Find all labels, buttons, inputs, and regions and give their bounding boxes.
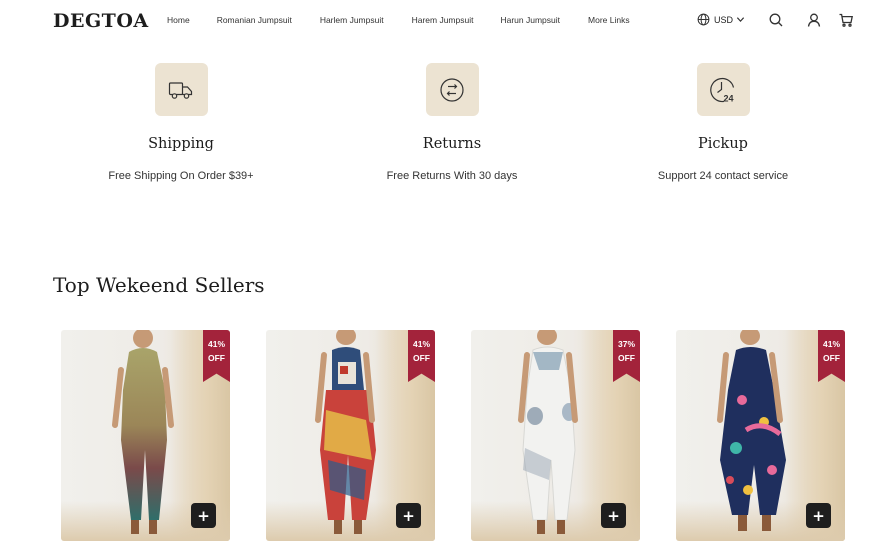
section-title: Top Wekeend Sellers	[53, 273, 265, 297]
nav-harlem-jumpsuit[interactable]: Harlem Jumpsuit	[320, 15, 384, 25]
add-to-cart-button[interactable]: +	[806, 503, 831, 528]
feature-title: Shipping	[148, 136, 214, 152]
add-to-cart-button[interactable]: +	[191, 503, 216, 528]
add-to-cart-button[interactable]: +	[396, 503, 421, 528]
discount-percent: 41%	[822, 339, 840, 349]
feature-icon-box: 24	[696, 63, 750, 116]
svg-text:24: 24	[724, 93, 734, 103]
site-header: DEGTOA Home Romanian Jumpsuit Harlem Jum…	[0, 0, 889, 42]
nav-home[interactable]: Home	[167, 15, 190, 25]
feature-shipping: Shipping Free Shipping On Order $39+	[51, 63, 311, 182]
product-card[interactable]: 37% OFF +	[471, 330, 640, 541]
clock-24-icon: 24	[710, 77, 735, 103]
product-card[interactable]: 41% OFF +	[676, 330, 845, 541]
chevron-down-icon	[736, 17, 745, 22]
feature-description: Free Returns With 30 days	[386, 170, 518, 182]
account-icon[interactable]	[806, 12, 822, 28]
discount-percent: 41%	[207, 339, 225, 349]
currency-label: USD	[714, 14, 734, 25]
product-card[interactable]: 41% OFF +	[266, 330, 435, 541]
discount-percent: 37%	[617, 339, 635, 349]
feature-title: Returns	[422, 136, 482, 152]
feature-description: Free Shipping On Order $39+	[108, 170, 254, 182]
cart-icon[interactable]	[838, 12, 854, 28]
feature-pickup: 24 Pickup Support 24 contact service	[593, 63, 853, 182]
discount-off-label: OFF	[413, 353, 430, 363]
main-nav: Home Romanian Jumpsuit Harlem Jumpsuit H…	[167, 15, 630, 25]
site-logo[interactable]: DEGTOA	[53, 10, 149, 32]
feature-title: Pickup	[698, 136, 748, 152]
discount-off-label: OFF	[618, 353, 635, 363]
nav-more-links[interactable]: More Links	[588, 15, 630, 25]
feature-returns: Returns Free Returns With 30 days	[322, 63, 582, 182]
nav-romanian-jumpsuit[interactable]: Romanian Jumpsuit	[217, 15, 292, 25]
add-to-cart-button[interactable]: +	[601, 503, 626, 528]
nav-harem-jumpsuit[interactable]: Harem Jumpsuit	[412, 15, 474, 25]
discount-percent: 41%	[412, 339, 430, 349]
discount-off-label: OFF	[823, 353, 840, 363]
currency-selector[interactable]: USD	[697, 13, 745, 26]
feature-icon-box	[425, 63, 479, 116]
discount-off-label: OFF	[208, 353, 225, 363]
nav-harun-jumpsuit[interactable]: Harun Jumpsuit	[500, 15, 560, 25]
product-card[interactable]: 41% OFF +	[61, 330, 230, 541]
exchange-icon	[440, 77, 464, 102]
truck-icon	[168, 81, 193, 99]
feature-description: Support 24 contact service	[657, 170, 789, 182]
search-icon[interactable]	[768, 12, 784, 28]
globe-icon	[697, 13, 710, 26]
feature-icon-box	[154, 63, 208, 116]
